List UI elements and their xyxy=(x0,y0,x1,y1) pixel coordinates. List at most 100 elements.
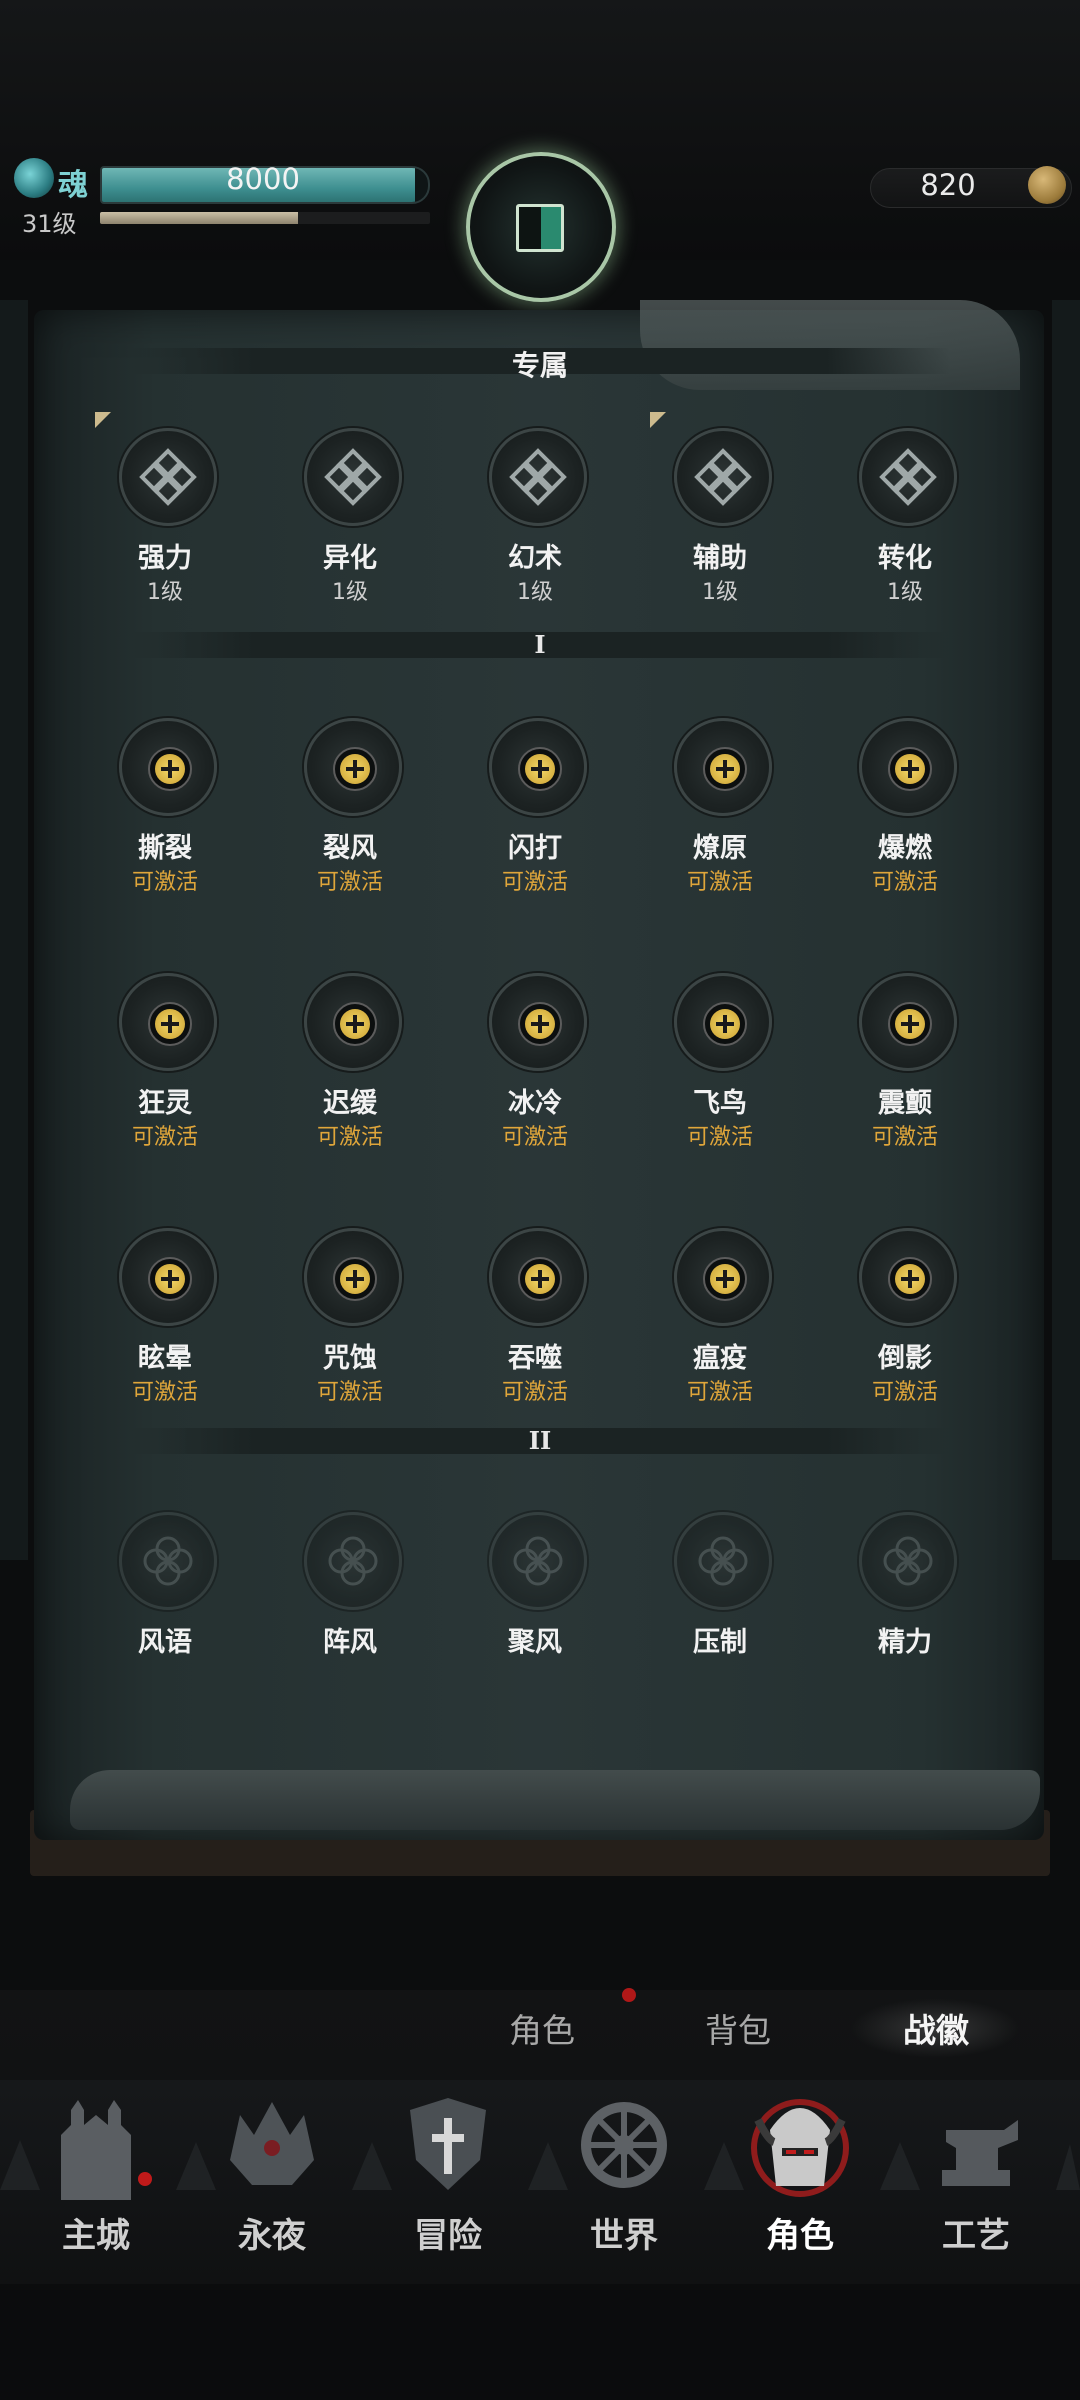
plus-glyph xyxy=(340,1264,370,1294)
exclusive-knot-icon xyxy=(489,428,587,526)
nav-item-dark-crown[interactable]: 永夜 xyxy=(184,2090,360,2290)
nav-item-wheel[interactable]: 世界 xyxy=(536,2090,712,2290)
scroll-curl-top xyxy=(640,300,1020,390)
plus-glyph xyxy=(895,1009,925,1039)
tier1-emblem-slot[interactable]: 瘟疫 可激活 xyxy=(640,1228,800,1458)
slot-name: 强力 xyxy=(138,543,192,574)
tier2-emblem-slot[interactable]: 压制 xyxy=(640,1512,800,1742)
activate-plus-icon xyxy=(148,1257,192,1301)
plus-glyph xyxy=(710,754,740,784)
plus-glyph xyxy=(525,1009,555,1039)
tier1-emblem-slot[interactable]: 震颤 可激活 xyxy=(825,973,985,1203)
nav-item-anvil[interactable]: 工艺 xyxy=(888,2090,1064,2290)
activate-plus-icon xyxy=(703,1002,747,1046)
subtab-bag[interactable]: 背包 xyxy=(658,2004,818,2052)
slot-level: 1级 xyxy=(332,580,368,605)
new-corner-marker xyxy=(650,412,666,428)
subtab-role[interactable]: 角色 xyxy=(462,2004,622,2052)
slot-name: 闪打 xyxy=(508,833,562,864)
slot-name: 飞鸟 xyxy=(693,1088,747,1119)
locked-knot-icon xyxy=(859,1512,957,1610)
tier2-emblem-slot[interactable]: 聚风 xyxy=(455,1512,615,1742)
tier1-emblem-slot[interactable]: 吞噬 可激活 xyxy=(455,1228,615,1458)
cross-shield-icon xyxy=(398,2090,498,2200)
slot-name: 幻术 xyxy=(508,543,562,574)
emblem-ring xyxy=(859,1228,957,1326)
activate-plus-icon xyxy=(333,1257,377,1301)
slot-name: 倒影 xyxy=(878,1343,932,1374)
slot-name: 咒蚀 xyxy=(323,1343,377,1374)
nav-item-cross-shield[interactable]: 冒险 xyxy=(360,2090,536,2290)
plus-glyph xyxy=(525,1264,555,1294)
tier1-label: I xyxy=(534,630,546,659)
panel-left-edge xyxy=(0,300,28,1560)
emblem-ring xyxy=(304,718,402,816)
slot-name: 震颤 xyxy=(878,1088,932,1119)
slot-name: 精力 xyxy=(878,1627,932,1658)
emblem-ring xyxy=(674,973,772,1071)
slot-name: 爆燃 xyxy=(878,833,932,864)
emblem-ring xyxy=(119,1228,217,1326)
slot-status: 可激活 xyxy=(316,1125,383,1150)
exclusive-slot[interactable]: 强力 1级 xyxy=(85,428,245,658)
activate-plus-icon xyxy=(333,747,377,791)
locked-knot-icon xyxy=(489,1512,587,1610)
exclusive-slot[interactable]: 幻术 1级 xyxy=(455,428,615,658)
emblem-ring xyxy=(119,973,217,1071)
center-emblem-button[interactable] xyxy=(466,152,616,302)
tier2-emblem-slot[interactable]: 风语 xyxy=(85,1512,245,1742)
slot-status: 可激活 xyxy=(871,1125,938,1150)
tier1-emblem-slot[interactable]: 燎原 可激活 xyxy=(640,718,800,948)
gold-value: 820 xyxy=(920,168,976,202)
nav-label: 永夜 xyxy=(238,2216,306,2256)
exclusive-slot[interactable]: 异化 1级 xyxy=(270,428,430,658)
slot-name: 聚风 xyxy=(508,1627,562,1658)
tier1-emblem-slot[interactable]: 冰冷 可激活 xyxy=(455,973,615,1203)
exclusive-slot[interactable]: 辅助 1级 xyxy=(640,428,800,658)
tier1-emblem-slot[interactable]: 爆燃 可激活 xyxy=(825,718,985,948)
tier2-emblem-slot[interactable]: 阵风 xyxy=(270,1512,430,1742)
slot-status: 可激活 xyxy=(501,1380,568,1405)
slot-level: 1级 xyxy=(887,580,923,605)
slot-name: 冰冷 xyxy=(508,1088,562,1119)
slot-status: 可激活 xyxy=(686,1380,753,1405)
tier1-emblem-slot[interactable]: 眩晕 可激活 xyxy=(85,1228,245,1458)
slot-name: 裂风 xyxy=(323,833,377,864)
emblem-ring xyxy=(674,718,772,816)
locked-knot-icon xyxy=(119,1512,217,1610)
slot-status: 可激活 xyxy=(501,870,568,895)
emblem-ring xyxy=(489,718,587,816)
nav-label: 主城 xyxy=(62,2216,130,2256)
nav-item-castle[interactable]: 主城 xyxy=(8,2090,184,2290)
tier1-emblem-slot[interactable]: 狂灵 可激活 xyxy=(85,973,245,1203)
slot-name: 迟缓 xyxy=(323,1088,377,1119)
nav-notify-dot xyxy=(138,2172,152,2186)
tier2-emblem-slot[interactable]: 精力 xyxy=(825,1512,985,1742)
tier1-emblem-slot[interactable]: 飞鸟 可激活 xyxy=(640,973,800,1203)
exclusive-knot-icon xyxy=(304,428,402,526)
exclusive-knot-icon xyxy=(119,428,217,526)
anvil-icon xyxy=(926,2090,1026,2200)
activate-plus-icon xyxy=(888,1257,932,1301)
slot-status: 可激活 xyxy=(131,1125,198,1150)
tier1-emblem-slot[interactable]: 迟缓 可激活 xyxy=(270,973,430,1203)
nav-item-helmet[interactable]: 角色 xyxy=(712,2090,888,2290)
slot-status: 可激活 xyxy=(686,870,753,895)
tier1-emblem-slot[interactable]: 咒蚀 可激活 xyxy=(270,1228,430,1458)
player-level: 31级 xyxy=(22,210,77,238)
plus-glyph xyxy=(340,1009,370,1039)
subtab-badge[interactable]: 战徽 xyxy=(856,2004,1016,2052)
soul-orb-icon xyxy=(14,158,54,198)
exclusive-slot[interactable]: 转化 1级 xyxy=(825,428,985,658)
tier1-emblem-slot[interactable]: 裂风 可激活 xyxy=(270,718,430,948)
slot-name: 眩晕 xyxy=(138,1343,192,1374)
tier1-emblem-slot[interactable]: 倒影 可激活 xyxy=(825,1228,985,1458)
tier1-emblem-slot[interactable]: 闪打 可激活 xyxy=(455,718,615,948)
plus-glyph xyxy=(155,1264,185,1294)
xp-bar xyxy=(100,212,430,224)
helmet-icon xyxy=(750,2090,850,2200)
panel-right-edge xyxy=(1052,300,1080,1560)
activate-plus-icon xyxy=(518,1257,562,1301)
tier1-emblem-slot[interactable]: 撕裂 可激活 xyxy=(85,718,245,948)
plus-glyph xyxy=(710,1264,740,1294)
